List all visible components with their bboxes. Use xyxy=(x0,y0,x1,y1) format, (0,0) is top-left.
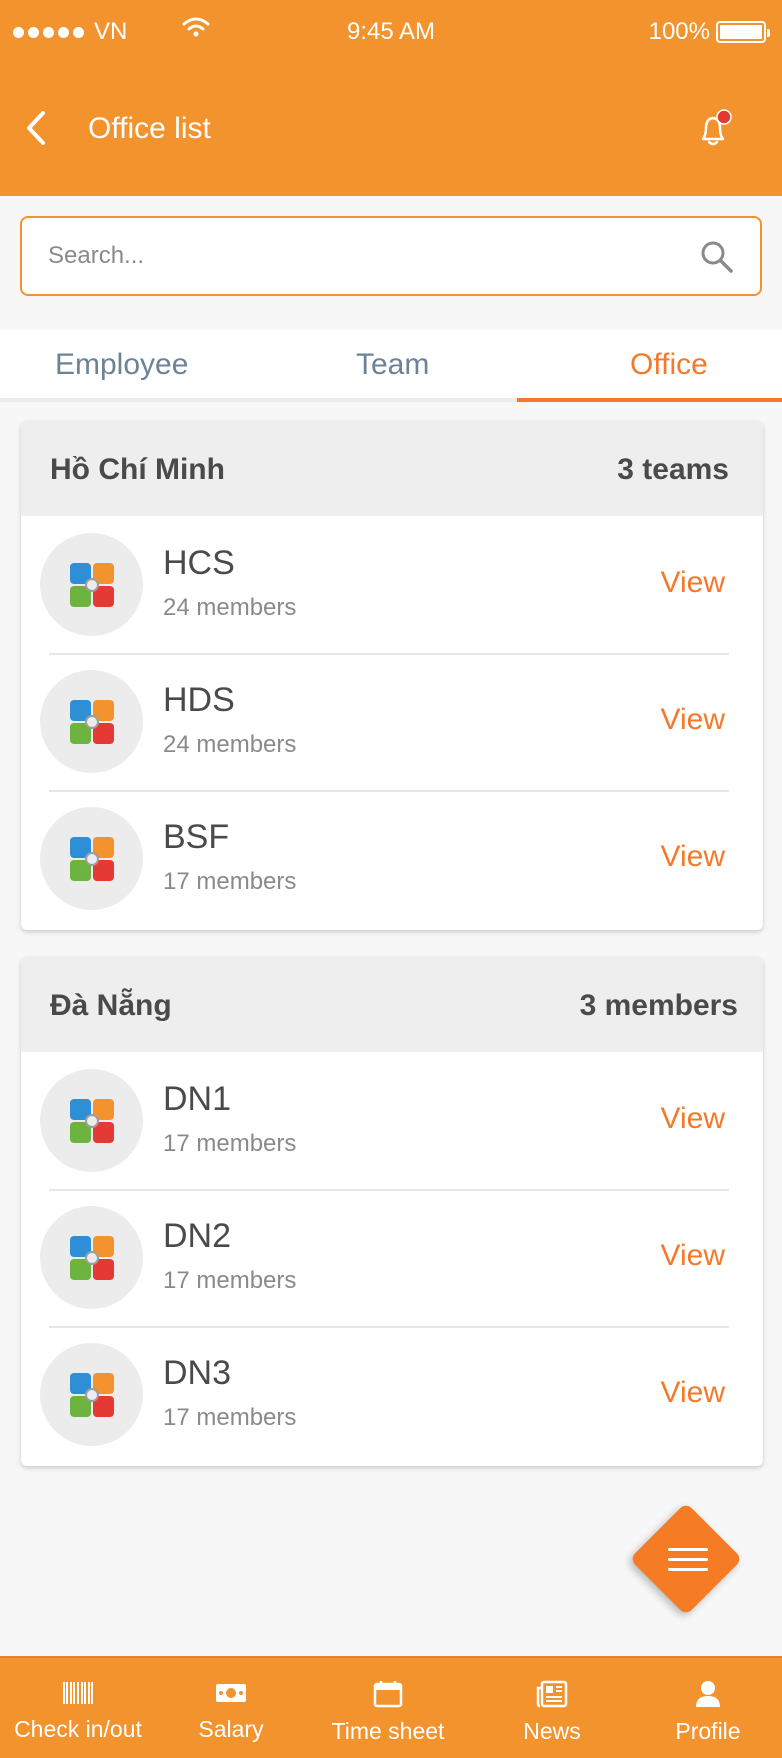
office-header: Hồ Chí Minh 3 teams xyxy=(21,421,763,516)
view-button[interactable]: View xyxy=(661,1376,725,1410)
nav-item-salary[interactable]: Salary xyxy=(156,1658,306,1758)
nav-label: News xyxy=(523,1718,581,1744)
team-avatar xyxy=(40,670,143,773)
office-count: 3 teams xyxy=(617,453,729,486)
tab-team[interactable]: Team xyxy=(356,348,429,382)
team-members: 17 members xyxy=(163,1404,297,1431)
office-header: Đà Nẵng 3 members xyxy=(21,957,763,1052)
menu-fab-button[interactable] xyxy=(629,1502,743,1616)
view-button[interactable]: View xyxy=(661,703,725,737)
app-header: VN 9:45 AM 100% Office list xyxy=(0,0,782,196)
tab-employee[interactable]: Employee xyxy=(55,348,188,382)
team-row: BSF 17 members View xyxy=(21,790,763,927)
page-title: Office list xyxy=(88,112,211,145)
money-icon xyxy=(216,1684,246,1702)
nav-item-time-sheet[interactable]: Time sheet xyxy=(306,1658,470,1758)
team-name: HCS xyxy=(163,544,235,582)
team-row: DN2 17 members View xyxy=(21,1189,763,1326)
person-icon xyxy=(696,1681,720,1707)
search-box xyxy=(20,216,762,296)
nav-label: Salary xyxy=(198,1716,264,1742)
team-row: DN1 17 members View xyxy=(21,1052,763,1189)
tab-bar: Employee Team Office xyxy=(0,330,782,402)
nav-label: Time sheet xyxy=(331,1718,445,1744)
view-button[interactable]: View xyxy=(661,566,725,600)
team-members: 17 members xyxy=(163,1267,297,1294)
status-bar: VN 9:45 AM 100% xyxy=(0,14,782,50)
team-name: DN2 xyxy=(163,1217,232,1255)
team-logo-icon xyxy=(69,699,114,744)
team-avatar xyxy=(40,1206,143,1309)
team-avatar xyxy=(40,1069,143,1172)
search-icon[interactable] xyxy=(700,240,734,274)
view-button[interactable]: View xyxy=(661,1102,725,1136)
team-name: DN1 xyxy=(163,1080,232,1118)
notification-button[interactable] xyxy=(688,104,738,154)
team-logo-icon xyxy=(69,1372,114,1417)
nav-label: Profile xyxy=(675,1718,741,1744)
tab-office[interactable]: Office xyxy=(630,348,708,382)
battery-icon xyxy=(716,21,770,43)
nav-bar: Office list xyxy=(0,100,782,160)
search-input[interactable] xyxy=(48,218,688,294)
bell-icon xyxy=(701,109,732,146)
team-row: HCS 24 members View xyxy=(21,516,763,653)
back-button[interactable] xyxy=(14,106,58,150)
team-logo-icon xyxy=(69,1235,114,1280)
team-logo-icon xyxy=(69,562,114,607)
office-card: Hồ Chí Minh 3 teams HCS 24 members View … xyxy=(21,421,763,930)
barcode-icon xyxy=(63,1682,93,1704)
team-members: 24 members xyxy=(163,594,297,621)
team-logo-icon xyxy=(69,1098,114,1143)
team-avatar xyxy=(40,807,143,910)
office-city: Hồ Chí Minh xyxy=(50,453,225,486)
office-card: Đà Nẵng 3 members DN1 17 members View DN… xyxy=(21,957,763,1466)
notification-dot xyxy=(716,109,732,125)
office-count: 3 members xyxy=(579,989,738,1022)
nav-item-check-in-out[interactable]: Check in/out xyxy=(0,1658,156,1758)
team-members: 17 members xyxy=(163,1130,297,1157)
nav-label: Check in/out xyxy=(14,1716,142,1742)
office-city: Đà Nẵng xyxy=(50,989,172,1022)
team-members: 24 members xyxy=(163,731,297,758)
team-row: HDS 24 members View xyxy=(21,653,763,790)
calendar-icon xyxy=(373,1681,403,1708)
team-name: BSF xyxy=(163,818,230,856)
battery-percent: 100% xyxy=(648,18,710,45)
nav-item-profile[interactable]: Profile xyxy=(634,1658,782,1758)
battery-status: 100% xyxy=(648,18,770,46)
newspaper-icon xyxy=(536,1680,568,1708)
team-members: 17 members xyxy=(163,868,297,895)
view-button[interactable]: View xyxy=(661,1239,725,1273)
team-row: DN3 17 members View xyxy=(21,1326,763,1463)
nav-item-news[interactable]: News xyxy=(470,1658,634,1758)
view-button[interactable]: View xyxy=(661,840,725,874)
team-name: HDS xyxy=(163,681,235,719)
team-avatar xyxy=(40,533,143,636)
team-name: DN3 xyxy=(163,1354,232,1392)
bottom-nav: Check in/out Salary Time sheet News Prof… xyxy=(0,1656,782,1758)
chevron-left-icon xyxy=(27,111,45,145)
team-avatar xyxy=(40,1343,143,1446)
active-tab-indicator xyxy=(517,398,782,402)
team-logo-icon xyxy=(69,836,114,881)
